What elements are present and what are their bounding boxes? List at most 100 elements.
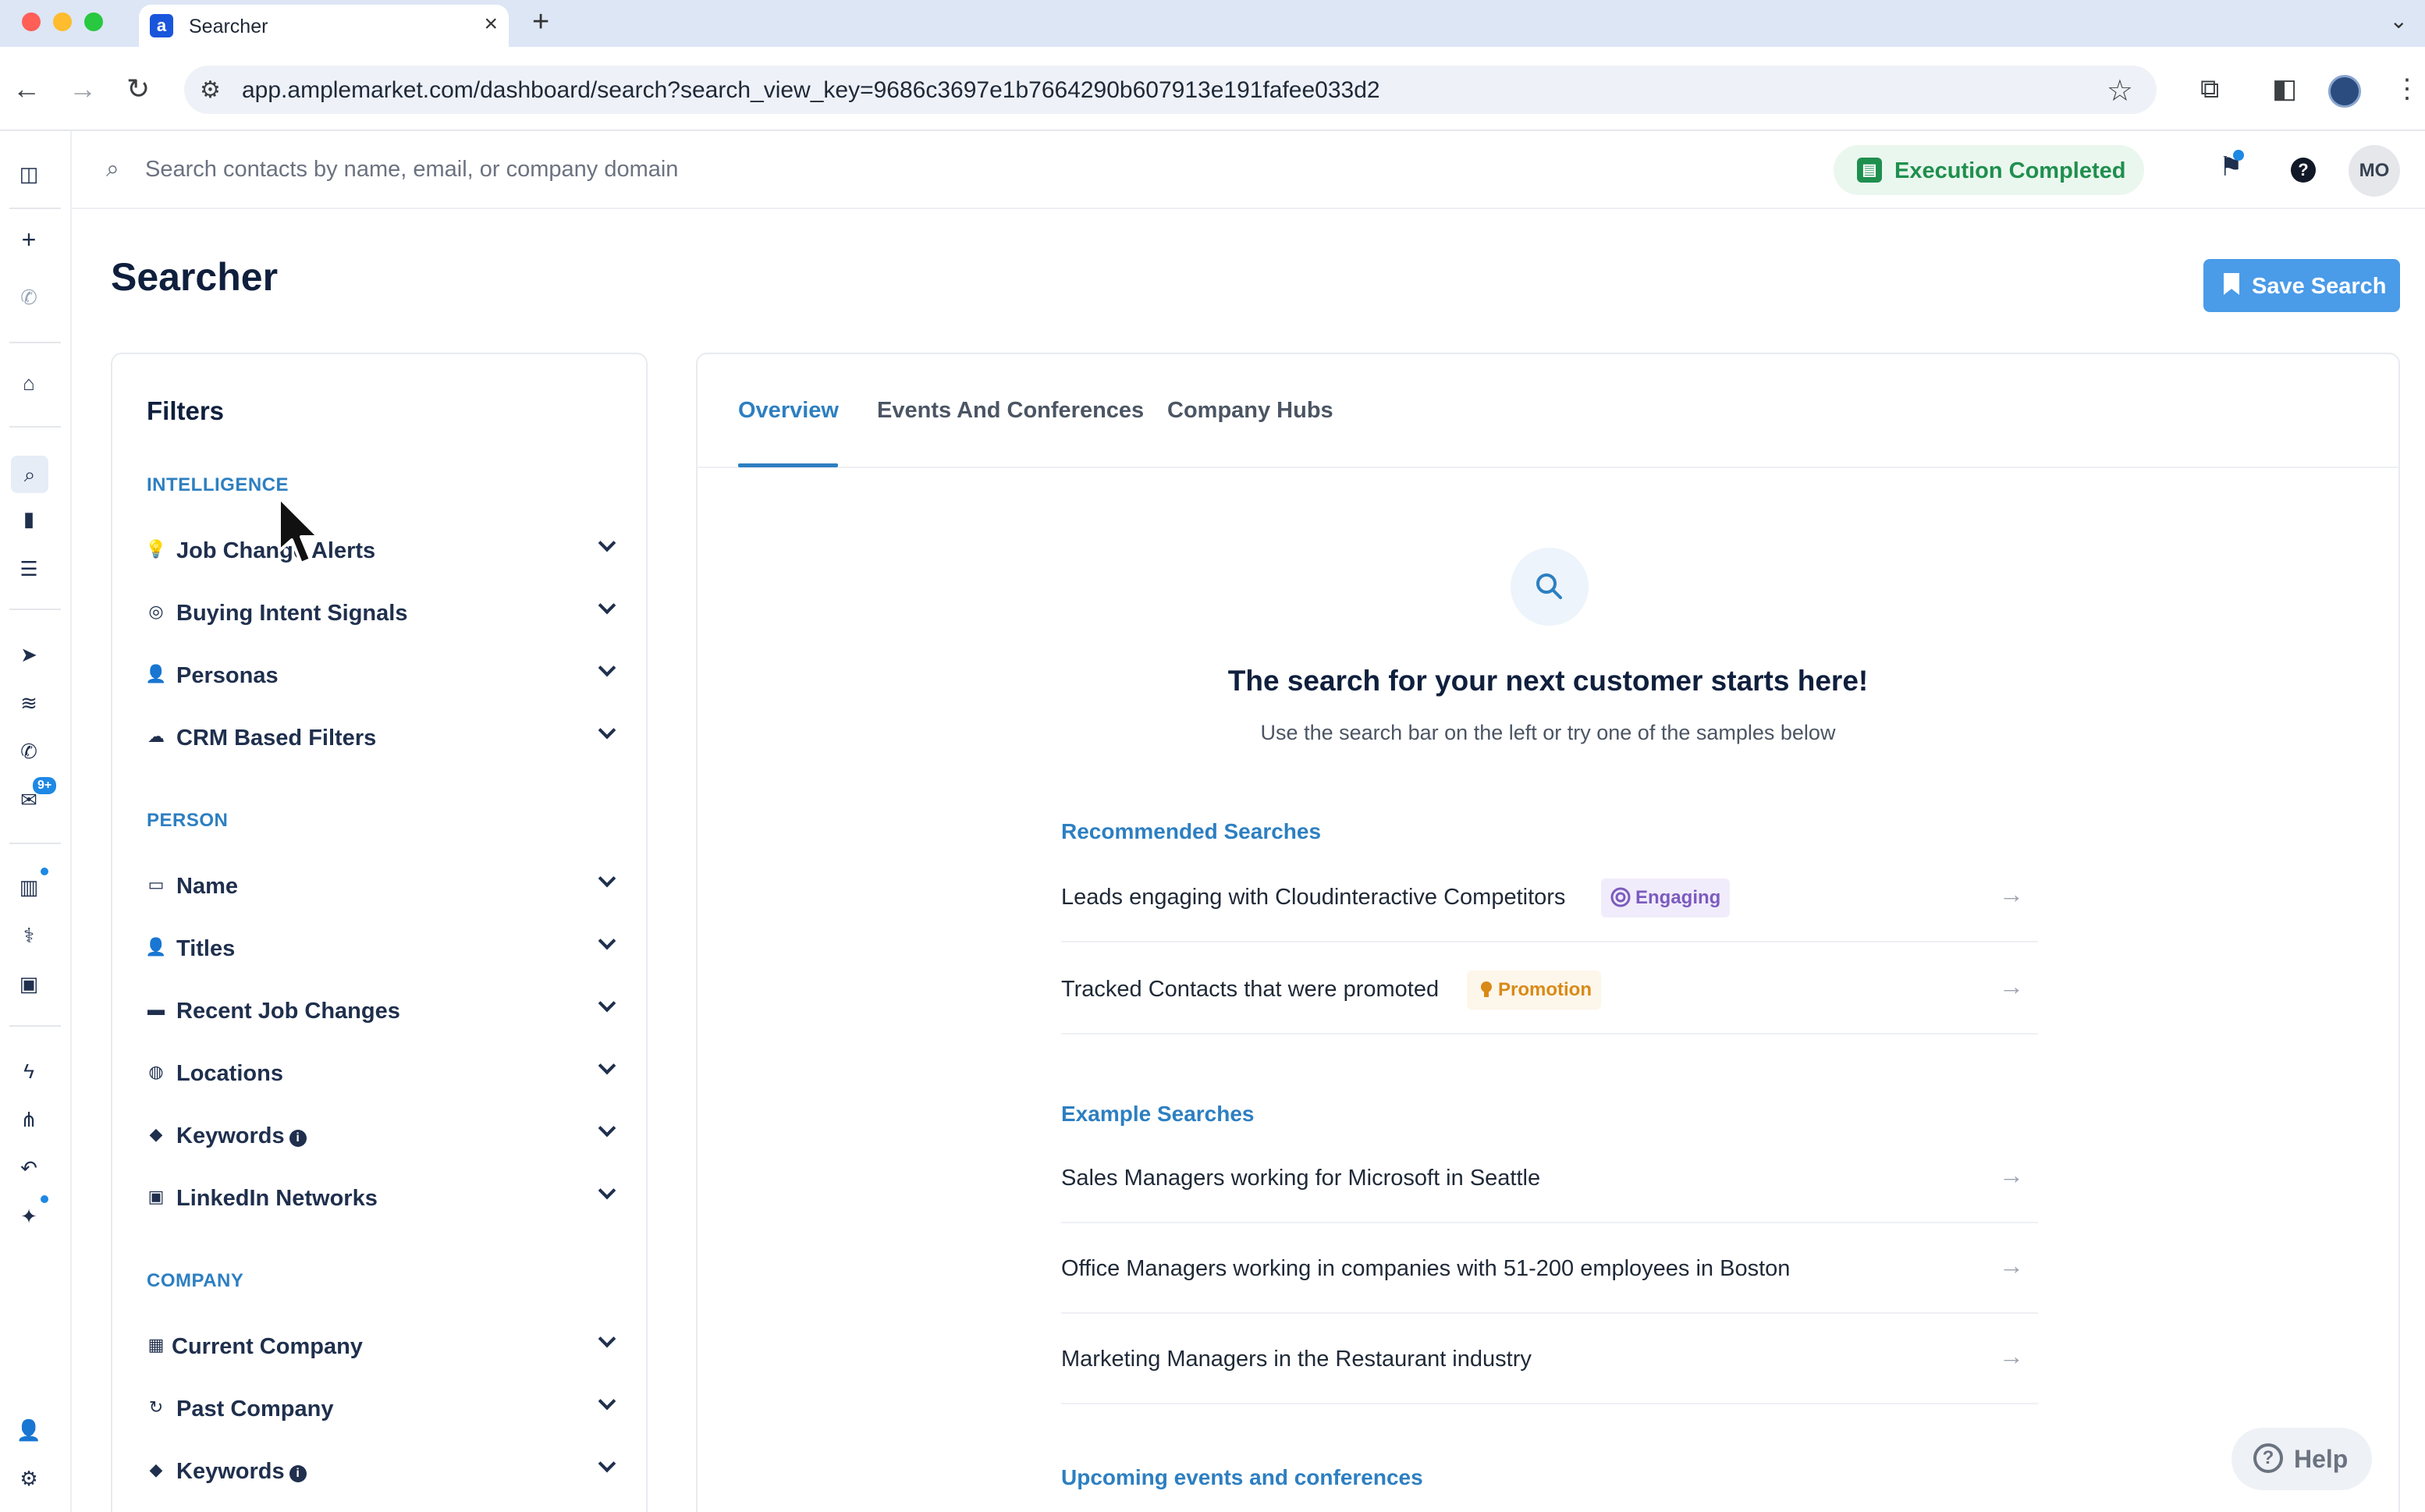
browser-tab-searcher[interactable]: a Searcher × [139,5,509,47]
contact-search-input[interactable] [145,151,1003,187]
section-label-company: COMPANY [147,1270,244,1291]
filter-label: Titles [176,936,236,961]
send-nav-icon[interactable]: ➤ [16,641,42,668]
filter-linkedin-networks[interactable]: ▣ LinkedIn Networks [145,1175,618,1219]
reload-icon[interactable]: ↻ [126,73,150,105]
tab-events-and-conferences[interactable]: Events And Conferences [877,398,1144,424]
chevron-down-icon [596,722,618,744]
user-settings-nav-icon[interactable]: 👤 [16,1417,42,1443]
arrow-right-icon: → [1999,972,2024,1000]
bookmark-nav-icon[interactable]: ▮ [16,506,42,532]
workflow-nav-icon[interactable]: ⋔ [16,1106,42,1133]
chevron-down-icon [596,1331,618,1353]
tags-icon: ◆ [149,1124,163,1144]
recommended-searches-heading: Recommended Searches [1061,819,1322,843]
filter-job-change-alerts[interactable]: 💡 Job Change Alerts [145,527,618,571]
execution-status-text: Execution Completed [1894,158,2126,183]
filter-buying-intent-signals[interactable]: ◎ Buying Intent Signals [145,590,618,634]
forward-arrow-icon[interactable]: → [69,73,97,105]
execution-status-pill[interactable]: ▤ Execution Completed [1834,145,2144,195]
help-question-icon[interactable]: ? [2291,158,2316,183]
lists-nav-icon[interactable]: ☰ [16,555,42,582]
main-tabs: Overview Events And Conferences Company … [698,354,2398,468]
promotion-tag-label: Promotion [1498,979,1592,1000]
bookmark-star-icon[interactable]: ☆ [2107,73,2133,108]
recommended-search-row[interactable]: Tracked Contacts that were promoted Prom… [1061,944,2038,1035]
browser-profile-avatar[interactable] [2328,75,2361,108]
add-icon[interactable]: + [16,226,42,253]
window-zoom-button[interactable] [84,12,103,31]
filter-current-company[interactable]: ▦ Current Company [145,1323,618,1367]
info-icon[interactable]: i [289,1465,307,1482]
promotion-tag: Promotion [1467,971,1601,1010]
filter-keywords-person[interactable]: ◆ Keywords i [145,1113,618,1156]
filter-recent-job-changes[interactable]: ▬ Recent Job Changes [145,988,618,1031]
target-icon [1610,887,1631,907]
close-tab-icon[interactable]: × [484,12,498,36]
layers-nav-icon[interactable]: ≋ [16,690,42,716]
example-search-text: Office Managers working in companies wit… [1061,1256,1791,1281]
back-arrow-icon[interactable]: ← [12,73,41,105]
home-icon[interactable]: ⌂ [16,370,42,396]
filter-past-company[interactable]: ↻ Past Company [145,1386,618,1429]
browser-menu-kebab-icon[interactable]: ⋮ [2394,73,2420,105]
search-icon [1536,573,1562,599]
new-tab-icon[interactable]: + [532,6,549,37]
example-search-text: Marketing Managers in the Restaurant ind… [1061,1347,1532,1372]
extensions-puzzle-icon[interactable]: ⧉ [2200,73,2219,105]
health-nav-icon[interactable]: ⚕ [16,922,42,949]
arrow-right-icon: → [1999,880,2024,908]
recommended-search-row[interactable]: Leads engaging with Cloudinteractive Com… [1061,852,2038,942]
user-avatar[interactable]: MO [2349,145,2400,197]
reply-nav-icon[interactable]: ↶ [16,1155,42,1181]
side-panel-icon[interactable]: ◧ [2272,73,2297,105]
filter-label: Locations [176,1061,283,1086]
filter-label: Recent Job Changes [176,999,400,1024]
window-close-button[interactable] [22,12,41,31]
filter-label: Keywords i [176,1459,307,1485]
ai-sparkle-nav-icon[interactable]: ✦ [16,1203,42,1230]
contacts-book-nav-icon[interactable]: ▣ [16,971,42,997]
hero-title: The search for your next customer starts… [1227,665,1869,697]
filter-locations[interactable]: ◍ Locations [145,1050,618,1094]
chevron-down-icon [596,1058,618,1080]
filter-personas[interactable]: 👤 Personas [145,652,618,696]
filter-name[interactable]: ▭ Name [145,863,618,907]
analytics-nav-icon[interactable]: ▥ [16,874,42,900]
filter-crm-based-filters[interactable]: ☁ CRM Based Filters [145,715,618,758]
lightbulb-icon [1481,981,1492,997]
filter-titles[interactable]: 👤 Titles [145,925,618,969]
hero-subtitle: Use the search bar on the left or try on… [1260,721,1836,744]
tab-overview[interactable]: Overview [738,398,839,424]
lightning-nav-icon[interactable]: ϟ [16,1058,42,1084]
section-label-intelligence: INTELLIGENCE [147,474,289,495]
filter-label: Name [176,874,238,899]
collapse-sidebar-icon[interactable]: ◫ [16,161,42,187]
search-nav-icon[interactable]: ⌕ [11,456,48,493]
linkedin-icon: ▣ [147,1187,165,1206]
phone-icon[interactable]: ✆ [16,284,42,311]
engaging-tag: Engaging [1601,878,1731,917]
info-icon[interactable]: i [289,1130,307,1147]
chevron-down-icon [596,1120,618,1142]
window-minimize-button[interactable] [53,12,72,31]
rail-divider [9,342,61,343]
tab-search-chevron-icon[interactable]: ⌄ [2390,8,2408,34]
ai-notification-dot [41,1195,48,1203]
address-bar[interactable]: ⚙ app.amplemarket.com/dashboard/search?s… [184,66,2157,114]
tags-icon: ◆ [149,1460,163,1479]
engaging-tag-label: Engaging [1635,887,1721,908]
tab-company-hubs[interactable]: Company Hubs [1167,398,1333,424]
example-search-row[interactable]: Sales Managers working for Microsoft in … [1061,1133,2038,1223]
filter-keywords-company[interactable]: ◆ Keywords i [145,1448,618,1492]
gear-icon[interactable]: ⚙ [16,1465,42,1492]
site-settings-icon[interactable]: ⚙ [200,76,221,104]
calls-nav-icon[interactable]: ✆ [16,738,42,765]
example-search-row[interactable]: Marketing Managers in the Restaurant ind… [1061,1314,2038,1404]
url-text[interactable]: app.amplemarket.com/dashboard/search?sea… [242,77,1380,104]
save-search-button[interactable]: Save Search [2203,259,2400,312]
person-icon: 👤 [145,664,167,683]
help-widget-button[interactable]: ? Help [2231,1428,2372,1490]
example-search-row[interactable]: Office Managers working in companies wit… [1061,1223,2038,1314]
app-top-bar: ⌕ ▤ Execution Completed ⚑ ? MO [72,131,2425,209]
